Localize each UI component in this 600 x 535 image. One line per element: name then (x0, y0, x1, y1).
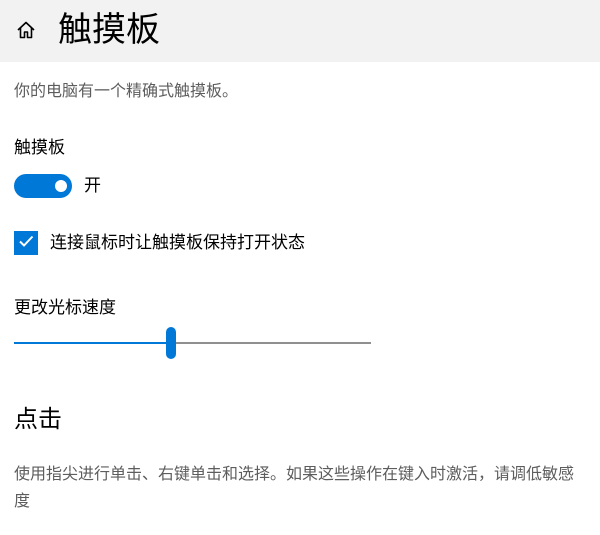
cursor-speed-label: 更改光标速度 (14, 298, 116, 318)
keep-touchpad-on-label[interactable]: 连接鼠标时让触摸板保持打开状态 (50, 230, 305, 256)
touchpad-toggle-label: 触摸板 (14, 138, 65, 158)
page-header: 触摸板 (0, 0, 600, 62)
slider-track-filled (14, 342, 171, 344)
page-title: 触摸板 (58, 10, 160, 50)
touchpad-description: 你的电脑有一个精确式触摸板。 (14, 81, 239, 100)
slider-thumb[interactable] (166, 327, 176, 359)
home-button[interactable] (10, 18, 42, 46)
keep-touchpad-on-checkbox[interactable] (14, 231, 38, 255)
slider-track-remaining (171, 342, 371, 344)
toggle-state-text: 开 (84, 176, 101, 196)
cursor-speed-slider[interactable] (14, 327, 371, 359)
taps-description: 使用指尖进行单击、右键单击和选择。如果这些操作在键入时激活，请调低敏感度 (14, 464, 575, 510)
touchpad-toggle[interactable] (14, 174, 72, 198)
checkmark-icon (17, 232, 35, 254)
home-icon (15, 19, 37, 45)
taps-section-heading: 点击 (14, 405, 62, 433)
toggle-knob (55, 180, 67, 192)
